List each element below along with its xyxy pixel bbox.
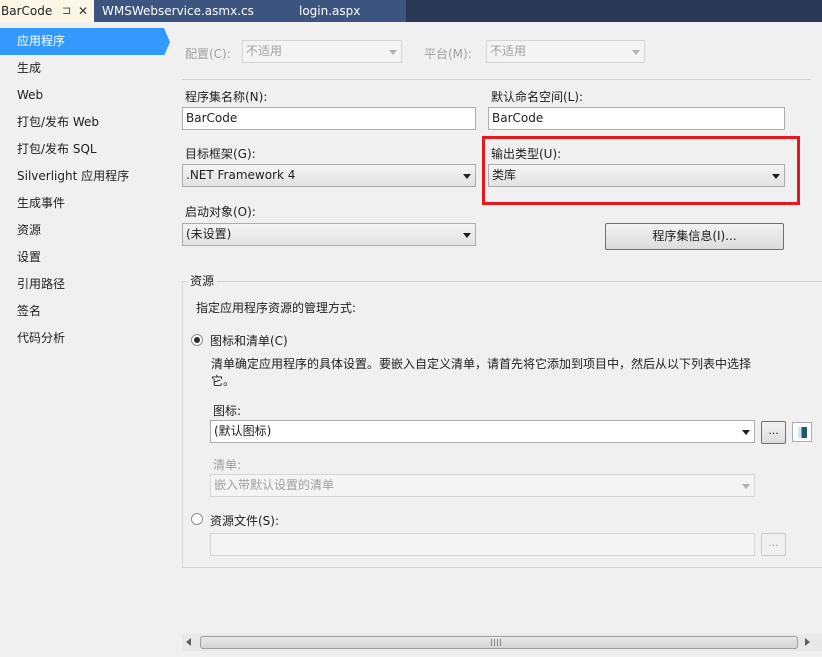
sidebar-item-signing[interactable]: 签名: [0, 298, 164, 325]
platform-select[interactable]: 不适用: [486, 40, 645, 63]
assembly-info-button[interactable]: 程序集信息(I)...: [605, 223, 784, 250]
target-framework-value: .NET Framework 4: [186, 168, 296, 182]
project-properties-sidebar: 应用程序 生成 Web 打包/发布 Web 打包/发布 SQL Silverli…: [0, 22, 176, 657]
sidebar-item-web[interactable]: Web: [0, 82, 164, 109]
tab-barcode-label: BarCode: [1, 4, 53, 18]
default-namespace-label: 默认命名空间(L):: [491, 90, 584, 104]
chevron-down-icon: [742, 430, 750, 435]
sidebar-item-package-web[interactable]: 打包/发布 Web: [0, 109, 164, 136]
tab-login[interactable]: login.aspx: [278, 0, 406, 22]
chevron-down-icon: [463, 233, 471, 238]
assembly-name-input[interactable]: BarCode: [182, 107, 476, 130]
sidebar-item-label: 应用程序: [17, 34, 66, 48]
scroll-right-icon[interactable]: [805, 638, 810, 646]
resources-group-title: 资源: [187, 272, 218, 289]
sidebar-item-application[interactable]: 应用程序: [0, 28, 164, 55]
assembly-name-value: BarCode: [186, 111, 238, 125]
sidebar-item-label: Web: [17, 88, 44, 102]
tab-login-label: login.aspx: [299, 4, 361, 18]
sidebar-item-silverlight[interactable]: Silverlight 应用程序: [0, 163, 164, 190]
startup-object-label: 启动对象(O):: [185, 205, 256, 219]
icon-select-value: (默认图标): [214, 424, 272, 438]
sidebar-item-build[interactable]: 生成: [0, 55, 164, 82]
selected-arrow-indicator: [164, 28, 170, 56]
platform-label: 平台(M):: [424, 47, 472, 61]
resource-file-radio-label[interactable]: 资源文件(S):: [210, 512, 279, 529]
icon-manifest-radio-label[interactable]: 图标和清单(C): [210, 332, 288, 349]
config-label: 配置(C):: [185, 47, 231, 61]
resource-file-input[interactable]: [210, 533, 755, 556]
tab-bar-background: [406, 0, 822, 22]
tab-wmswebservice[interactable]: WMSWebservice.asmx.cs: [94, 0, 278, 22]
icon-select[interactable]: (默认图标): [210, 420, 755, 443]
horizontal-scrollbar[interactable]: [182, 634, 822, 651]
chevron-down-icon: [463, 174, 471, 179]
config-select[interactable]: 不适用: [242, 40, 402, 63]
sidebar-item-build-events[interactable]: 生成事件: [0, 190, 164, 217]
sidebar-item-code-analysis[interactable]: 代码分析: [0, 325, 164, 352]
close-icon[interactable]: ✕: [78, 0, 88, 22]
tab-barcode[interactable]: BarCode ⊐ ✕: [0, 0, 94, 22]
resources-description: 指定应用程序资源的管理方式:: [196, 301, 357, 315]
pin-icon[interactable]: ⊐: [62, 0, 71, 22]
chevron-down-icon: [632, 50, 640, 55]
chevron-down-icon: [742, 484, 750, 489]
sidebar-item-settings[interactable]: 设置: [0, 244, 164, 271]
default-namespace-input[interactable]: BarCode: [488, 107, 785, 130]
divider: [182, 79, 811, 80]
resource-file-radio[interactable]: [191, 513, 203, 525]
manifest-select-value: 嵌入带默认设置的清单: [214, 478, 335, 492]
config-select-value: 不适用: [246, 44, 283, 58]
target-framework-select[interactable]: .NET Framework 4: [182, 164, 476, 187]
sidebar-item-label: 设置: [17, 250, 42, 264]
resource-file-browse-button[interactable]: ...: [761, 533, 786, 556]
manifest-select[interactable]: 嵌入带默认设置的清单: [210, 474, 755, 497]
highlight-annotation-box: [482, 136, 800, 205]
sidebar-item-label: Silverlight 应用程序: [17, 169, 130, 183]
sidebar-item-label: 打包/发布 SQL: [17, 142, 97, 156]
sidebar-item-package-sql[interactable]: 打包/发布 SQL: [0, 136, 164, 163]
sidebar-item-resources[interactable]: 资源: [0, 217, 164, 244]
chevron-down-icon: [389, 50, 397, 55]
icon-browse-button[interactable]: ...: [761, 421, 786, 444]
sidebar-item-label: 打包/发布 Web: [17, 115, 100, 129]
icon-manifest-radio[interactable]: [191, 334, 203, 346]
tab-wmswebservice-label: WMSWebservice.asmx.cs: [102, 4, 254, 18]
icon-manifest-description-line1: 清单确定应用程序的具体设置。要嵌入自定义清单，请首先将它添加到项目中，然后从以下…: [211, 357, 752, 371]
manifest-label: 清单:: [213, 458, 242, 472]
startup-object-value: (未设置): [186, 227, 232, 241]
sidebar-item-reference-paths[interactable]: 引用路径: [0, 271, 164, 298]
default-namespace-value: BarCode: [492, 111, 544, 125]
icon-preview-image: [792, 422, 812, 442]
sidebar-item-label: 引用路径: [17, 277, 66, 291]
scrollbar-thumb[interactable]: [200, 636, 798, 649]
icon-label: 图标:: [213, 404, 242, 418]
scroll-left-icon[interactable]: [186, 638, 191, 646]
sidebar-item-label: 生成事件: [17, 196, 66, 210]
sidebar-item-label: 签名: [17, 304, 42, 318]
target-framework-label: 目标框架(G):: [185, 147, 256, 161]
sidebar-item-label: 资源: [17, 223, 42, 237]
icon-manifest-description-line2: 它。: [211, 374, 236, 388]
assembly-name-label: 程序集名称(N):: [185, 90, 268, 104]
platform-select-value: 不适用: [490, 44, 527, 58]
sidebar-item-label: 生成: [17, 61, 42, 75]
grip-icon: [491, 639, 503, 646]
startup-object-select[interactable]: (未设置): [182, 223, 476, 246]
document-tab-bar: BarCode ⊐ ✕ WMSWebservice.asmx.cs login.…: [0, 0, 822, 22]
sidebar-item-label: 代码分析: [17, 331, 66, 345]
